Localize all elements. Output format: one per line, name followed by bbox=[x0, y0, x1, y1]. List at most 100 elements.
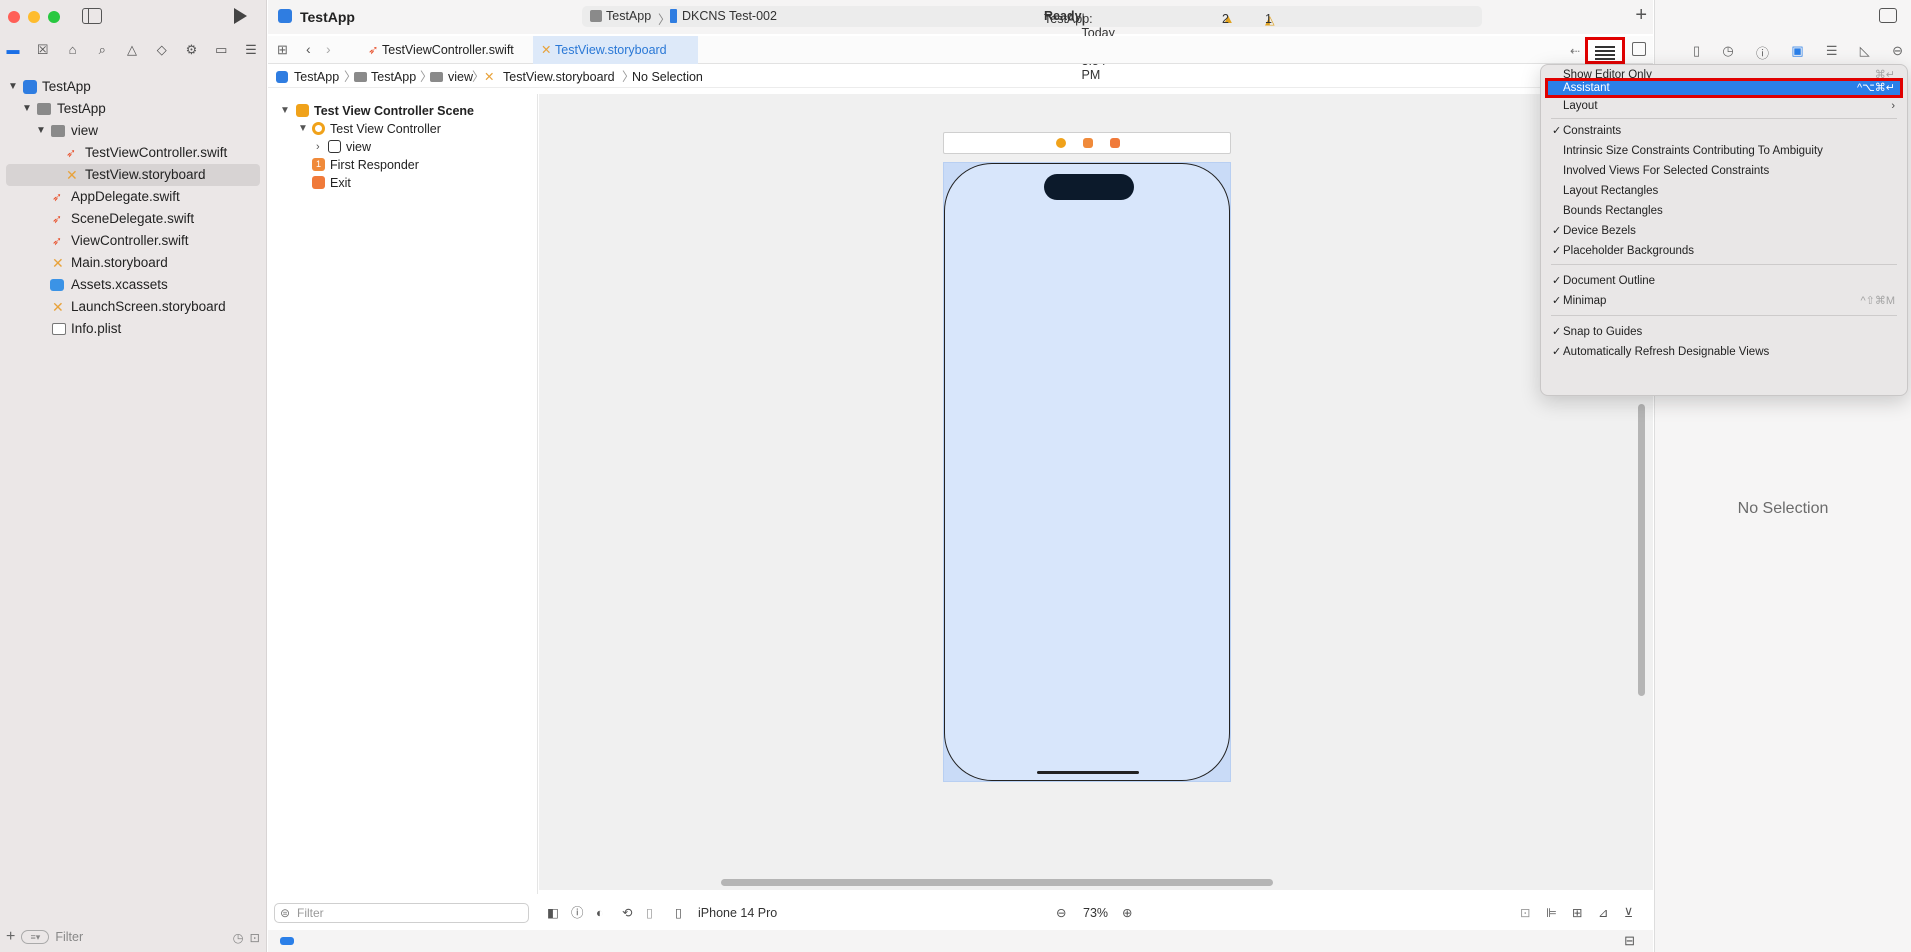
source-control-filter-icon[interactable]: ⊡ bbox=[250, 930, 260, 945]
history-icon[interactable]: ◷ bbox=[1722, 43, 1733, 62]
tree-row-group[interactable]: ▼ TestApp bbox=[0, 98, 266, 120]
menu-item-snap-to-guides[interactable]: ✓ Snap to Guides bbox=[1545, 322, 1903, 342]
menu-item-involved-views[interactable]: Involved Views For Selected Constraints bbox=[1545, 161, 1903, 181]
related-items-icon[interactable]: ⊞ bbox=[277, 42, 288, 58]
info-icon[interactable]: ⓘ bbox=[571, 900, 584, 926]
library-add-button[interactable]: + bbox=[1635, 4, 1647, 27]
horizontal-scrollbar[interactable] bbox=[721, 879, 1273, 886]
attributes-inspector-icon[interactable]: ☰ bbox=[1826, 43, 1838, 62]
first-responder-icon[interactable] bbox=[1083, 138, 1093, 148]
destination-selector[interactable]: DKCNS Test-002 bbox=[682, 9, 777, 23]
debug-area-icon[interactable] bbox=[280, 937, 294, 945]
minimize-window-button[interactable] bbox=[28, 11, 40, 23]
zoom-out-icon[interactable]: ⊖ bbox=[1056, 900, 1066, 926]
tree-row-file[interactable]: Info.plist bbox=[0, 318, 266, 340]
breadcrumb-project[interactable]: TestApp bbox=[294, 66, 339, 88]
menu-item-document-outline[interactable]: ✓ Document Outline bbox=[1545, 271, 1903, 291]
toggle-debug-area-icon[interactable]: ⊟ bbox=[1624, 933, 1635, 949]
tree-row-file[interactable]: ➶ ViewController.swift bbox=[0, 230, 266, 252]
vertical-scrollbar[interactable] bbox=[1638, 404, 1645, 696]
tab-testview-storyboard[interactable]: ✕ TestView.storyboard bbox=[533, 36, 698, 64]
menu-item-constraints[interactable]: ✓ Constraints bbox=[1545, 121, 1903, 141]
tree-row-project[interactable]: ▼ TestApp bbox=[0, 76, 266, 98]
close-window-button[interactable] bbox=[8, 11, 20, 23]
tree-row-file[interactable]: ✕ LaunchScreen.storyboard bbox=[0, 296, 266, 318]
chevron-right-icon[interactable]: › bbox=[316, 138, 320, 156]
menu-item-minimap[interactable]: ✓ Minimap ^⇧⌘M bbox=[1545, 291, 1903, 311]
add-constraints-icon[interactable]: ⊞ bbox=[1572, 900, 1582, 926]
issue-icon[interactable]: △ bbox=[123, 41, 141, 59]
menu-item-layout-rectangles[interactable]: Layout Rectangles bbox=[1545, 181, 1903, 201]
tab-testviewcontroller-swift[interactable]: ➶ TestViewController.swift bbox=[360, 36, 536, 64]
breadcrumb-selection[interactable]: No Selection bbox=[632, 66, 703, 88]
menu-item-assistant[interactable]: Assistant ^⌥⌘↵ bbox=[1545, 78, 1903, 98]
size-class-icon[interactable]: ▯ bbox=[646, 900, 653, 926]
identity-inspector-icon[interactable]: ▣ bbox=[1791, 43, 1803, 62]
connections-inspector-icon[interactable]: ⊖ bbox=[1892, 43, 1903, 62]
align-icon[interactable]: ⊫ bbox=[1546, 900, 1557, 926]
test-icon[interactable]: ◇ bbox=[153, 41, 171, 59]
tree-row-file[interactable]: ➶ SceneDelegate.swift bbox=[0, 208, 266, 230]
zoom-window-button[interactable] bbox=[48, 11, 60, 23]
menu-item-placeholder-backgrounds[interactable]: ✓ Placeholder Backgrounds bbox=[1545, 241, 1903, 261]
device-selector[interactable]: iPhone 14 Pro bbox=[698, 900, 777, 926]
search-icon[interactable]: ⌕ bbox=[93, 41, 111, 59]
size-inspector-icon[interactable]: ◺ bbox=[1860, 43, 1870, 62]
zoom-in-icon[interactable]: ⊕ bbox=[1122, 900, 1132, 926]
menu-item-device-bezels[interactable]: ✓ Device Bezels bbox=[1545, 221, 1903, 241]
chevron-down-icon[interactable]: ▼ bbox=[36, 120, 46, 142]
appearance-icon[interactable]: ◐ bbox=[596, 900, 604, 926]
view-controller-frame[interactable] bbox=[943, 162, 1231, 782]
menu-item-layout[interactable]: Layout › bbox=[1545, 96, 1903, 116]
zoom-level[interactable]: 73% bbox=[1083, 900, 1108, 926]
outline-filter-input[interactable]: ⊜ Filter bbox=[274, 903, 529, 923]
breadcrumb-file[interactable]: TestView.storyboard bbox=[503, 66, 615, 88]
chevron-down-icon[interactable]: ▼ bbox=[8, 76, 18, 98]
scene-dock[interactable] bbox=[943, 132, 1231, 154]
add-editor-icon[interactable] bbox=[1632, 42, 1646, 56]
storyboard-canvas[interactable] bbox=[539, 94, 1653, 890]
view-controller-icon[interactable] bbox=[1056, 138, 1066, 148]
resolve-issues-icon[interactable]: ⊿ bbox=[1598, 900, 1608, 926]
run-button[interactable] bbox=[234, 8, 247, 24]
toggle-inspector-icon[interactable] bbox=[1879, 8, 1897, 23]
refresh-icon[interactable]: ⇠ bbox=[1570, 44, 1580, 58]
update-frames-icon[interactable]: ⊡ bbox=[1520, 900, 1530, 926]
help-icon[interactable]: ⓘ bbox=[1756, 43, 1769, 62]
symbol-icon[interactable]: ⌂ bbox=[64, 41, 82, 59]
toggle-navigator-icon[interactable] bbox=[82, 8, 102, 24]
tree-row-file[interactable]: ✕ Main.storyboard bbox=[0, 252, 266, 274]
debug-icon[interactable]: ⚙ bbox=[183, 41, 201, 59]
orientation-icon[interactable]: ⟲ bbox=[622, 900, 632, 926]
tree-row-file[interactable]: ➶ TestViewController.swift bbox=[0, 142, 266, 164]
menu-item-bounds-rectangles[interactable]: Bounds Rectangles bbox=[1545, 201, 1903, 221]
filter-options-icon[interactable]: ≡▾ bbox=[21, 930, 50, 944]
recent-files-icon[interactable]: ◷ bbox=[233, 930, 244, 945]
forward-arrow-icon[interactable]: › bbox=[326, 41, 331, 57]
toggle-outline-icon[interactable]: ◧ bbox=[547, 900, 559, 926]
file-inspector-icon[interactable]: ▯ bbox=[1693, 43, 1700, 62]
menu-item-auto-refresh[interactable]: ✓ Automatically Refresh Designable Views bbox=[1545, 342, 1903, 362]
breadcrumb-folder[interactable]: view bbox=[448, 66, 473, 88]
tree-row-file[interactable]: ➶ AppDelegate.swift bbox=[0, 186, 266, 208]
back-arrow-icon[interactable]: ‹ bbox=[306, 41, 311, 57]
navigator-filter-input[interactable]: Filter bbox=[55, 930, 226, 944]
breadcrumb-group[interactable]: TestApp bbox=[371, 66, 416, 88]
exit-icon[interactable] bbox=[1110, 138, 1120, 148]
chevron-down-icon[interactable]: ▼ bbox=[298, 120, 308, 138]
tree-row-view-folder[interactable]: ▼ view bbox=[0, 120, 266, 142]
device-icon[interactable]: ▯ bbox=[675, 900, 682, 926]
source-control-icon[interactable]: ☒ bbox=[34, 41, 52, 59]
report-icon[interactable]: ☰ bbox=[242, 41, 260, 59]
chevron-down-icon[interactable]: ▼ bbox=[22, 98, 32, 120]
scheme-selector[interactable]: TestApp bbox=[606, 9, 651, 23]
menu-item-intrinsic-size[interactable]: Intrinsic Size Constraints Contributing … bbox=[1545, 141, 1903, 161]
embed-icon[interactable]: ⊻ bbox=[1624, 900, 1633, 926]
breakpoint-icon[interactable]: ▭ bbox=[212, 41, 230, 59]
editor-options-button[interactable] bbox=[1585, 37, 1625, 64]
add-icon[interactable]: + bbox=[6, 928, 15, 946]
tree-row-file[interactable]: Assets.xcassets bbox=[0, 274, 266, 296]
chevron-down-icon[interactable]: ▼ bbox=[280, 102, 290, 120]
tree-row-file-selected[interactable]: ✕ TestView.storyboard bbox=[6, 164, 260, 186]
folder-icon[interactable]: ▬ bbox=[4, 41, 22, 59]
